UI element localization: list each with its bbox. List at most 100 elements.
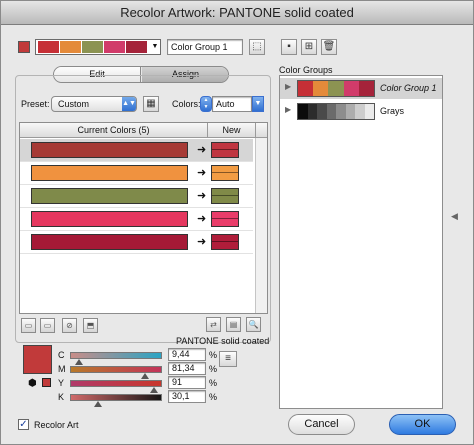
disclosure-triangle-icon[interactable]: ▶	[285, 82, 291, 91]
colors-label: Colors:	[172, 99, 201, 109]
window-title: Recolor Artwork: PANTONE solid coated	[1, 1, 473, 25]
table-row[interactable]: ➜	[20, 185, 253, 208]
color-group-strip-swatches	[38, 41, 148, 53]
current-color-bar[interactable]	[31, 211, 188, 227]
slider-label-k: K	[58, 392, 65, 402]
header-current-colors[interactable]: Current Colors (5)	[20, 123, 208, 138]
current-color-bar[interactable]	[31, 142, 188, 158]
recolor-art-label: Recolor Art	[34, 420, 79, 430]
new-color-swatch[interactable]	[211, 165, 239, 181]
color-groups-title: Color Groups	[279, 65, 333, 75]
disclosure-triangle-icon[interactable]: ▶	[285, 105, 291, 114]
slider-value-k[interactable]: 30,1	[168, 390, 206, 403]
color-group-strip[interactable]: ▼	[35, 39, 161, 55]
new-row-icon[interactable]: ⬒	[83, 318, 98, 333]
merge-colors-icon[interactable]: ▭	[21, 318, 36, 333]
color-group-name: Grays	[380, 106, 405, 116]
color-group-name: Color Group 1	[380, 83, 437, 93]
color-group-row[interactable]: ▶ Color Group 1	[280, 78, 442, 99]
chevron-updown-icon: ▲▼	[122, 97, 136, 111]
table-header-corner	[255, 123, 267, 138]
table-row[interactable]: ➜	[20, 231, 253, 254]
exclude-colors-icon[interactable]: ⊘	[62, 318, 77, 333]
new-group-icon[interactable]: ⊞	[301, 39, 317, 55]
group-color-swatch	[343, 81, 359, 96]
slider-label-y: Y	[58, 378, 65, 388]
slider-value-m[interactable]: 81,34	[168, 362, 206, 375]
preset-label: Preset:	[21, 99, 50, 109]
strip-color-swatch	[38, 41, 60, 53]
slider-thumb-c[interactable]	[74, 359, 83, 365]
colors-stepper-icon[interactable]: ▲ ▼	[200, 96, 212, 112]
table-scrollbar[interactable]	[255, 138, 267, 313]
slider-value-y[interactable]: 91	[168, 376, 206, 389]
new-color-swatch[interactable]	[211, 142, 239, 158]
preset-value: Custom	[58, 99, 90, 109]
preset-select[interactable]: Custom ▲▼	[51, 96, 137, 112]
slider-track-m[interactable]	[70, 366, 162, 373]
color-group-swatches[interactable]	[297, 80, 375, 97]
arrow-right-icon[interactable]: ➜	[197, 211, 206, 227]
current-color-bar[interactable]	[31, 234, 188, 250]
table-row[interactable]: ➜	[20, 162, 253, 185]
options-icon[interactable]: ⬚	[249, 39, 265, 55]
cancel-button[interactable]: Cancel	[288, 414, 355, 435]
current-color-bar[interactable]	[31, 165, 188, 181]
strip-color-swatch	[126, 41, 148, 53]
arrow-right-icon[interactable]: ➜	[197, 142, 206, 158]
colors-dropdown-icon[interactable]: ▼	[252, 96, 264, 112]
color-group-swatches[interactable]	[297, 103, 375, 120]
arrow-right-icon[interactable]: ➜	[197, 165, 206, 181]
strip-color-swatch	[104, 41, 126, 53]
arrow-right-icon[interactable]: ➜	[197, 188, 206, 204]
randomize-saturation-icon[interactable]: ▤	[226, 317, 241, 332]
slider-track-c[interactable]	[70, 352, 162, 359]
percent-sign: %	[209, 378, 218, 388]
color-mode-menu-icon[interactable]: ≡	[219, 351, 237, 367]
slider-value-c[interactable]: 9,44	[168, 348, 206, 361]
percent-sign: %	[209, 350, 218, 360]
recolor-artwork-dialog: Recolor Artwork: PANTONE solid coated ▼ …	[0, 0, 474, 445]
slider-label-m: M	[58, 364, 66, 374]
group-color-swatch	[307, 104, 317, 119]
group-color-swatch	[326, 104, 336, 119]
group-color-swatch	[298, 81, 314, 96]
slider-thumb-y[interactable]	[149, 387, 158, 393]
new-color-swatch[interactable]	[211, 211, 239, 227]
new-color-swatch[interactable]	[211, 234, 239, 250]
current-color-swatch[interactable]	[23, 345, 52, 374]
group-color-swatch	[336, 104, 346, 119]
color-groups-list: ▶ Color Group 1 ▶ Grays	[279, 75, 443, 409]
chevron-down-icon[interactable]: ▼	[150, 40, 160, 54]
color-group-row[interactable]: ▶ Grays	[280, 101, 442, 122]
color-square-icon[interactable]	[42, 378, 51, 387]
new-color-swatch[interactable]	[211, 188, 239, 204]
header-new[interactable]: New	[208, 123, 255, 138]
slider-thumb-k[interactable]	[93, 401, 102, 407]
magnifier-icon[interactable]: 🔍	[246, 317, 261, 332]
slider-track-k[interactable]	[70, 394, 162, 401]
active-color-swatch[interactable]	[18, 41, 30, 53]
expand-panel-icon[interactable]: ◀	[451, 211, 458, 222]
colors-count-field[interactable]: Auto	[212, 96, 252, 112]
slider-track-y[interactable]	[70, 380, 162, 387]
slider-thumb-m[interactable]	[140, 373, 149, 379]
trash-icon[interactable]: 🗑	[321, 39, 337, 55]
separate-colors-icon[interactable]: ▭	[40, 318, 55, 333]
group-color-swatch	[358, 81, 375, 96]
group-color-swatch	[317, 104, 327, 119]
cube-icon[interactable]: ⬢	[28, 378, 37, 389]
strip-color-swatch	[60, 41, 82, 53]
group-name-field[interactable]: Color Group 1	[167, 39, 243, 55]
current-color-bar[interactable]	[31, 188, 188, 204]
ok-button[interactable]: OK	[389, 414, 456, 435]
randomize-order-icon[interactable]: ⇄	[206, 317, 221, 332]
preset-options-icon[interactable]: ▦	[143, 96, 159, 112]
save-icon[interactable]: ▪	[281, 39, 297, 55]
table-row[interactable]: ➜	[20, 139, 253, 162]
arrow-right-icon[interactable]: ➜	[197, 234, 206, 250]
group-color-swatch	[345, 104, 355, 119]
table-row[interactable]: ➜	[20, 208, 253, 231]
group-color-swatch	[328, 81, 344, 96]
recolor-art-checkbox[interactable]: ✓	[18, 419, 29, 430]
